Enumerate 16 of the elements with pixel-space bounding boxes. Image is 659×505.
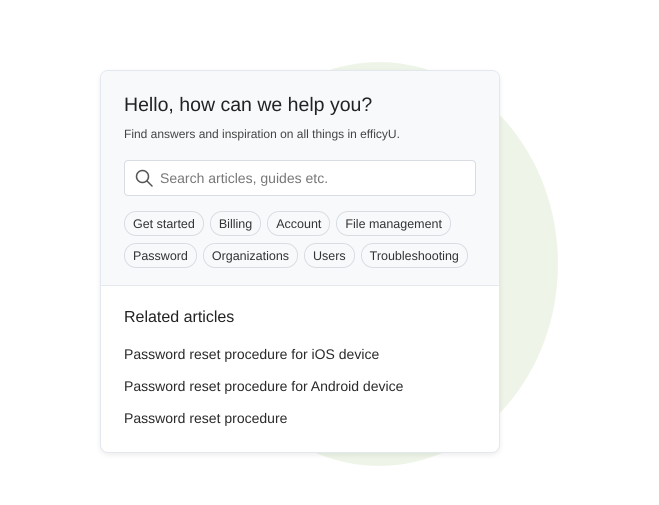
article-link[interactable]: Password reset procedure: [124, 402, 288, 434]
search-icon: [135, 169, 153, 187]
topic-chip[interactable]: Get started: [124, 211, 204, 236]
article-link[interactable]: Password reset procedure for Android device: [124, 370, 404, 402]
topic-chip[interactable]: Troubleshooting: [360, 243, 468, 268]
search-field[interactable]: Search articles, guides etc.: [124, 160, 476, 196]
topic-chip[interactable]: Organizations: [202, 243, 298, 268]
topic-chip[interactable]: Account: [267, 211, 330, 236]
related-articles-heading: Related articles: [124, 308, 236, 328]
article-link[interactable]: Password reset procedure for iOS device: [124, 338, 380, 370]
help-title: Hello, how can we help you?: [124, 93, 374, 117]
topic-chip[interactable]: File management: [336, 211, 451, 236]
topic-chip[interactable]: Password: [124, 243, 197, 268]
help-subtitle: Find answers and inspiration on all things in efficyU.: [124, 126, 401, 142]
topic-chip[interactable]: Users: [304, 243, 355, 268]
topic-chip[interactable]: Billing: [210, 211, 262, 236]
